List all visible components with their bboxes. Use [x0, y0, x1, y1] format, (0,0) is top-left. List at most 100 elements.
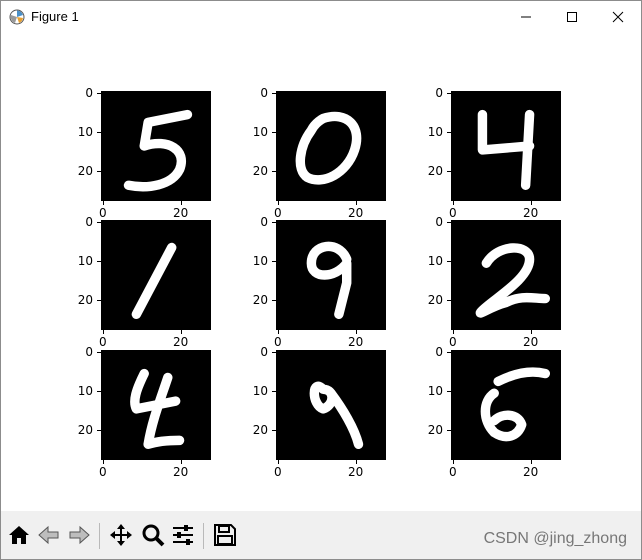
x-tick-mark [356, 460, 357, 464]
y-tick-label: 10 [427, 254, 443, 268]
digit-stroke [326, 388, 364, 449]
forward-arrow-icon [69, 525, 90, 545]
toolbar-separator [99, 523, 100, 549]
pan-button[interactable] [107, 521, 135, 549]
digit-stroke [477, 109, 535, 155]
digit-image-subplot [101, 91, 211, 201]
digit-stroke [520, 109, 535, 190]
x-tick-mark [531, 201, 532, 205]
y-tick-mark [97, 222, 101, 223]
y-tick-label: 0 [435, 86, 443, 100]
y-tick-mark [97, 93, 101, 94]
x-tick-label: 0 [274, 335, 282, 349]
x-tick-label: 0 [449, 206, 457, 220]
x-tick-label: 0 [274, 465, 282, 479]
x-tick-mark [103, 460, 104, 464]
digit-image-subplot [276, 220, 386, 330]
y-tick-mark [272, 391, 276, 392]
digit-stroke [295, 111, 362, 185]
x-tick-label: 0 [449, 465, 457, 479]
y-tick-label: 20 [427, 164, 443, 178]
digit-image-subplot [451, 220, 561, 330]
forward-button[interactable] [65, 521, 93, 549]
y-tick-mark [97, 261, 101, 262]
y-tick-label: 10 [77, 125, 93, 139]
x-tick-mark [278, 460, 279, 464]
y-tick-label: 20 [252, 164, 268, 178]
x-tick-mark [453, 330, 454, 334]
toolbar-separator [203, 523, 204, 549]
y-tick-mark [447, 391, 451, 392]
save-button[interactable] [211, 521, 239, 549]
y-tick-mark [447, 300, 451, 301]
x-tick-label: 20 [348, 465, 364, 479]
y-tick-mark [447, 222, 451, 223]
y-tick-mark [272, 430, 276, 431]
maximize-icon [567, 12, 577, 22]
y-tick-label: 20 [77, 293, 93, 307]
digit-image [480, 367, 550, 442]
digit-image [295, 111, 362, 185]
y-tick-mark [272, 261, 276, 262]
y-tick-mark [97, 171, 101, 172]
minimize-icon [521, 16, 531, 18]
y-tick-label: 10 [427, 384, 443, 398]
y-tick-label: 0 [435, 215, 443, 229]
matplotlib-logo-icon [9, 9, 25, 25]
x-tick-mark [103, 201, 104, 205]
y-tick-mark [97, 300, 101, 301]
figure-canvas[interactable]: 0 10 20 0 20 0 10 20 0 20 0 10 20 0 20 0 10 20 0 20 0 10 20 0 20… [1, 33, 641, 511]
watermark-text: CSDN @jing_zhong [483, 530, 627, 547]
y-tick-label: 0 [260, 86, 268, 100]
digit-stroke [123, 109, 193, 192]
zoom-button[interactable] [139, 521, 167, 549]
maximize-button[interactable] [549, 1, 595, 33]
x-tick-label: 0 [99, 206, 107, 220]
y-tick-label: 20 [427, 293, 443, 307]
y-tick-label: 10 [77, 254, 93, 268]
back-arrow-icon [38, 525, 59, 545]
x-tick-label: 20 [348, 335, 364, 349]
configure-subplots-button[interactable] [169, 521, 197, 549]
close-button[interactable] [595, 1, 641, 33]
x-tick-label: 20 [173, 335, 189, 349]
digit-image [475, 243, 550, 318]
y-tick-mark [272, 222, 276, 223]
home-button[interactable] [5, 521, 33, 549]
y-tick-label: 10 [252, 254, 268, 268]
digit-image-subplot [451, 91, 561, 201]
y-tick-mark [447, 352, 451, 353]
x-tick-mark [181, 460, 182, 464]
minimize-button[interactable] [503, 1, 549, 33]
y-tick-label: 0 [85, 86, 93, 100]
x-tick-mark [278, 330, 279, 334]
x-tick-label: 0 [99, 335, 107, 349]
y-tick-mark [447, 93, 451, 94]
zoom-magnifier-icon [142, 524, 165, 547]
x-tick-mark [453, 460, 454, 464]
x-tick-label: 20 [523, 465, 539, 479]
y-tick-label: 20 [77, 423, 93, 437]
digit-stroke [131, 242, 177, 319]
x-tick-mark [181, 201, 182, 205]
x-tick-label: 20 [523, 335, 539, 349]
configure-subplots-icon [173, 525, 193, 545]
digit-image [309, 381, 364, 449]
back-button[interactable] [35, 521, 63, 549]
x-tick-label: 0 [449, 335, 457, 349]
digit-image [123, 109, 193, 192]
digit-stroke [475, 243, 550, 318]
y-tick-mark [272, 93, 276, 94]
digit-image [130, 368, 185, 449]
y-tick-label: 20 [252, 423, 268, 437]
pan-move-icon [110, 524, 132, 546]
x-tick-mark [278, 201, 279, 205]
digit-stroke [306, 241, 352, 319]
digit-image-subplot [276, 350, 386, 460]
figure-window: Figure 1 0 10 20 0 20 0 10 20 0 20 0 10 20 0 20 0 10 20 0 2… [0, 0, 642, 560]
y-tick-label: 20 [427, 423, 443, 437]
close-icon [612, 11, 624, 23]
x-tick-label: 20 [173, 465, 189, 479]
x-tick-label: 20 [348, 206, 364, 220]
y-tick-label: 0 [85, 215, 93, 229]
